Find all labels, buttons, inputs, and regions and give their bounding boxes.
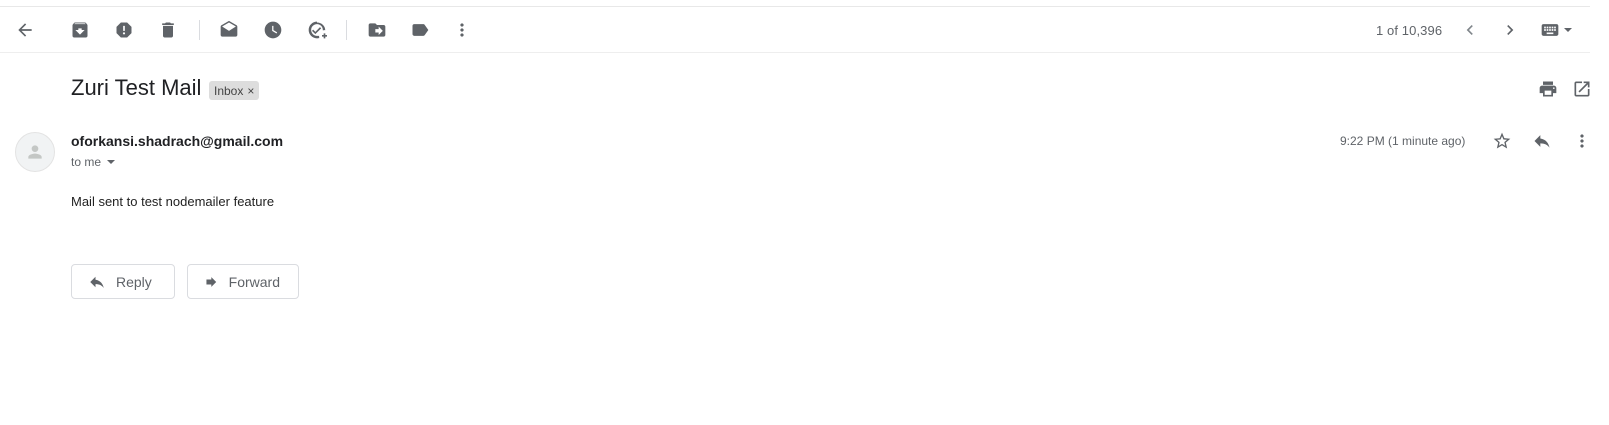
toolbar-separator bbox=[199, 20, 200, 40]
back-arrow-icon[interactable] bbox=[9, 14, 41, 46]
inbox-label-chip: Inbox × bbox=[209, 81, 260, 100]
reply-button[interactable]: Reply bbox=[71, 264, 175, 299]
print-icon[interactable] bbox=[1532, 73, 1564, 105]
chevron-right-icon[interactable] bbox=[1494, 14, 1526, 46]
chevron-down-icon bbox=[1564, 28, 1572, 32]
recipient-details-toggle[interactable]: to me bbox=[71, 155, 116, 169]
reply-icon[interactable] bbox=[1526, 125, 1558, 157]
person-icon bbox=[28, 145, 42, 159]
email-body: Mail sent to test nodemailer feature bbox=[71, 194, 275, 209]
trash-icon[interactable] bbox=[152, 14, 184, 46]
report-spam-icon[interactable] bbox=[108, 14, 140, 46]
chevron-left-icon[interactable] bbox=[1454, 14, 1486, 46]
archive-icon[interactable] bbox=[64, 14, 96, 46]
snooze-clock-icon[interactable] bbox=[257, 14, 289, 46]
move-to-folder-icon[interactable] bbox=[361, 14, 393, 46]
toolbar: 1 of 10,396 bbox=[0, 7, 1590, 53]
add-task-icon[interactable] bbox=[301, 14, 333, 46]
email-timestamp: 9:22 PM (1 minute ago) bbox=[1340, 134, 1466, 148]
mark-unread-icon[interactable] bbox=[213, 14, 245, 46]
label-icon[interactable] bbox=[404, 14, 436, 46]
forward-icon bbox=[206, 276, 217, 287]
open-in-new-window-icon[interactable] bbox=[1566, 73, 1598, 105]
more-vertical-icon[interactable] bbox=[1566, 125, 1598, 157]
email-view: 1 of 10,396 Zuri Test Mail Inbox × ofork… bbox=[0, 0, 1609, 425]
toolbar-separator bbox=[346, 20, 347, 40]
recipient-line: to me bbox=[71, 155, 102, 169]
keyboard-icon[interactable] bbox=[1534, 14, 1578, 46]
avatar bbox=[15, 132, 55, 172]
email-subject: Zuri Test Mail bbox=[71, 75, 202, 100]
chevron-down-icon bbox=[107, 160, 116, 164]
reply-button-label: Reply bbox=[116, 273, 152, 290]
close-icon[interactable]: × bbox=[247, 84, 254, 98]
sender-address[interactable]: oforkansi.shadrach@gmail.com bbox=[71, 133, 283, 149]
star-icon[interactable] bbox=[1486, 125, 1518, 157]
reply-icon bbox=[90, 276, 104, 288]
forward-button-label: Forward bbox=[228, 273, 280, 290]
pager-count: 1 of 10,396 bbox=[1376, 23, 1443, 38]
label-text: Inbox bbox=[214, 83, 244, 98]
more-vertical-icon[interactable] bbox=[446, 14, 478, 46]
forward-button[interactable]: Forward bbox=[187, 264, 299, 299]
